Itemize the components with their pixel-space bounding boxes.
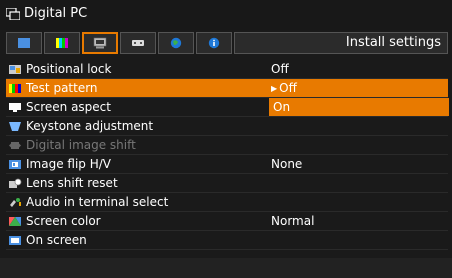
- title-bar: Digital PC: [0, 0, 452, 30]
- projector-menu: Digital PC Install settings Positional l…: [0, 0, 452, 278]
- menu-item-keystone[interactable]: Keystone adjustment: [6, 117, 448, 136]
- menu-item-label: Keystone adjustment: [26, 119, 154, 133]
- tab-bar: Install settings: [6, 32, 448, 54]
- projector-install-icon: [93, 37, 107, 49]
- menu-item-screen-aspect[interactable]: Screen aspect On: [6, 98, 449, 117]
- keystone-icon: [9, 121, 21, 131]
- menu-item-audio-in-terminal[interactable]: Audio in terminal select: [6, 193, 448, 212]
- settings-menu: Positional lock Off Test pattern Off Scr…: [6, 60, 449, 250]
- window-title: Digital PC: [24, 6, 88, 21]
- menu-item-value: Off: [271, 62, 289, 76]
- tab-install[interactable]: [82, 32, 118, 54]
- menu-item-label: Screen color: [26, 214, 101, 228]
- image-adjust-icon: [18, 38, 30, 48]
- system-icon: [132, 40, 144, 46]
- tab-info[interactable]: [196, 32, 232, 54]
- dropdown-option-on[interactable]: On: [269, 98, 449, 116]
- menu-item-screen-color[interactable]: Screen color Normal: [6, 212, 448, 231]
- current-tab-label: Install settings: [234, 32, 448, 54]
- menu-item-image-flip[interactable]: Image flip H/V None: [6, 155, 448, 174]
- audio-icon: [10, 197, 21, 207]
- window-title-wrap: Digital PC: [6, 6, 87, 21]
- menu-item-on-screen[interactable]: On screen: [6, 231, 448, 250]
- tab-system[interactable]: [120, 32, 156, 54]
- tab-image[interactable]: [6, 32, 42, 54]
- color-bars-icon: [56, 38, 68, 48]
- menu-item-lens-shift-reset[interactable]: Lens shift reset: [6, 174, 448, 193]
- menu-item-label: Test pattern: [26, 81, 98, 95]
- menu-item-label: Lens shift reset: [26, 176, 118, 190]
- menu-item-value[interactable]: Off: [271, 81, 297, 95]
- menu-item-label: On screen: [26, 233, 87, 247]
- on-screen-icon: [9, 235, 21, 245]
- menu-item-label: Digital image shift: [26, 138, 136, 152]
- menu-item-test-pattern[interactable]: Test pattern Off: [6, 79, 448, 98]
- menu-item-label: Screen aspect: [26, 100, 111, 114]
- test-pattern-icon: [9, 83, 21, 93]
- globe-icon: [170, 37, 182, 49]
- positional-lock-icon: [9, 64, 21, 74]
- lens-shift-icon: [9, 178, 22, 188]
- menu-item-label: Image flip H/V: [26, 157, 111, 171]
- menu-item-value: None: [271, 157, 303, 171]
- info-icon: [208, 37, 220, 49]
- menu-item-positional-lock[interactable]: Positional lock Off: [6, 60, 448, 79]
- tab-network[interactable]: [158, 32, 194, 54]
- menu-item-label: Audio in terminal select: [26, 195, 169, 209]
- screen-aspect-icon: [9, 102, 21, 112]
- digital-pc-icon: [6, 7, 20, 20]
- menu-item-digital-image-shift: Digital image shift: [6, 136, 448, 155]
- image-shift-icon: [9, 141, 21, 149]
- screen-color-icon: [9, 216, 21, 226]
- menu-item-label: Positional lock: [26, 62, 112, 76]
- footer-bar: [0, 258, 452, 278]
- tab-color[interactable]: [44, 32, 80, 54]
- menu-item-value: Normal: [271, 214, 315, 228]
- image-flip-icon: [9, 159, 21, 169]
